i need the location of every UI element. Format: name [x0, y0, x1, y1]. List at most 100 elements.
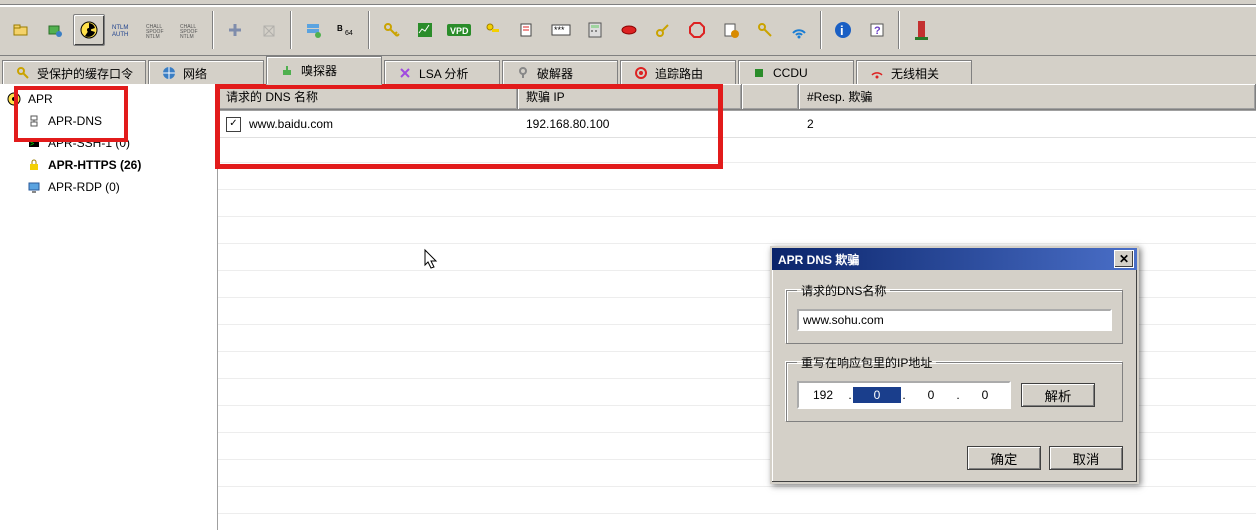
chip-icon [751, 65, 767, 81]
dialog-apr-dns-spoof: APR DNS 欺骗 ✕ 请求的DNS名称 重写在响应包里的IP地址 . . .… [770, 246, 1139, 484]
table-row[interactable]: ✓ www.baidu.com 192.168.80.100 2 [218, 111, 1256, 138]
open-folder-button[interactable] [5, 14, 37, 46]
svg-text:VPD: VPD [450, 26, 469, 36]
oct-button[interactable] [681, 14, 713, 46]
target-icon [633, 65, 649, 81]
resolve-button[interactable]: 解析 [1021, 383, 1095, 407]
probe-icon [279, 63, 295, 79]
ip-octet-3[interactable] [907, 387, 955, 403]
info-button[interactable]: i [827, 14, 859, 46]
delete-button[interactable] [253, 14, 285, 46]
dialog-close-button[interactable]: ✕ [1114, 250, 1134, 268]
tab-label: 无线相关 [891, 65, 939, 82]
svg-text:i: i [840, 23, 844, 38]
exit-button[interactable] [905, 14, 937, 46]
ip-octet-4[interactable] [961, 387, 1009, 403]
chall-spoof-button[interactable]: CHALLSPOOFNTLM [141, 14, 173, 46]
svg-text:>: > [30, 141, 34, 148]
sidebar-item-apr-rdp[interactable]: APR-RDP (0) [0, 176, 217, 198]
svg-text:NTLM: NTLM [112, 25, 128, 31]
svg-text:NTLM: NTLM [180, 34, 194, 38]
tab-label: 嗅探器 [301, 62, 337, 79]
ip-input[interactable]: . . . [797, 381, 1011, 409]
radiation-toggle[interactable] [73, 14, 105, 46]
col-ip[interactable]: 欺骗 IP [518, 84, 742, 110]
tab-sniffer[interactable]: 嗅探器 [266, 56, 382, 85]
tab-label: 追踪路由 [655, 65, 703, 82]
group-ip-rewrite: 重写在响应包里的IP地址 . . . 解析 [786, 354, 1123, 422]
dns-name-input[interactable] [797, 309, 1112, 331]
edit-cert-button[interactable] [511, 14, 543, 46]
add-button[interactable] [219, 14, 251, 46]
group-dns-label: 请求的DNS名称 [797, 282, 890, 299]
vpn-button[interactable]: VPD [443, 14, 475, 46]
tab-wireless[interactable]: 无线相关 [856, 60, 972, 85]
sidebar-item-label: APR-RDP (0) [48, 180, 120, 194]
ip-octet-1[interactable] [799, 387, 847, 403]
svg-text:CHALL: CHALL [180, 24, 196, 30]
dialog-titlebar[interactable]: APR DNS 欺骗 ✕ [772, 248, 1137, 270]
svg-text:B: B [337, 24, 343, 33]
disk-button[interactable] [613, 14, 645, 46]
tab-label: 受保护的缓存口令 [37, 65, 133, 82]
tab-label: LSA 分析 [419, 65, 468, 82]
tab-lsa[interactable]: LSA 分析 [384, 60, 500, 85]
node-icon [26, 113, 42, 129]
tab-traceroute[interactable]: 追踪路由 [620, 60, 736, 85]
network-folder-button[interactable] [39, 14, 71, 46]
tab-cracker[interactable]: 破解器 [502, 60, 618, 85]
col-gap[interactable] [742, 84, 799, 110]
key-icon [15, 65, 31, 81]
host-list-button[interactable] [297, 14, 329, 46]
tab-ccdu[interactable]: CCDU [738, 60, 854, 85]
svg-text:***: *** [554, 25, 565, 35]
yellow-key-button[interactable] [477, 14, 509, 46]
svg-text:SPOOF: SPOOF [146, 29, 164, 35]
toolbar: NTLMAUTH CHALLSPOOFNTLM CHALLSPOOFNTLM B… [0, 5, 1256, 56]
svg-text:64: 64 [345, 30, 353, 37]
key-yellow2-button[interactable] [647, 14, 679, 46]
radio-icon [6, 91, 22, 107]
sidebar-item-apr-ssh[interactable]: > APR-SSH-1 (0) [0, 132, 217, 154]
dialog-title: APR DNS 欺骗 [778, 251, 859, 268]
tab-label: 破解器 [537, 65, 573, 82]
ip-octet-2[interactable] [853, 387, 901, 403]
ok-button[interactable]: 确定 [967, 446, 1041, 470]
sidebar-item-label: APR-DNS [48, 114, 102, 128]
svg-text:SPOOF: SPOOF [180, 29, 198, 35]
cancel-button[interactable]: 取消 [1049, 446, 1123, 470]
row-checkbox[interactable]: ✓ [226, 117, 241, 132]
col-resp[interactable]: #Resp. 欺骗 [799, 84, 1256, 110]
group-dns-name: 请求的DNS名称 [786, 282, 1123, 344]
svg-text:AUTH: AUTH [112, 32, 128, 38]
cert-button[interactable] [715, 14, 747, 46]
sidebar-item-apr[interactable]: APR [0, 88, 217, 110]
sidebar-item-apr-https[interactable]: APR-HTTPS (26) [0, 154, 217, 176]
ntlm-auth-button[interactable]: NTLMAUTH [107, 14, 139, 46]
base64-button[interactable]: B64 [331, 14, 363, 46]
key-button[interactable] [375, 14, 407, 46]
help-button[interactable]: ? [861, 14, 893, 46]
svg-text:?: ? [874, 25, 881, 37]
yellow-key3-button[interactable] [749, 14, 781, 46]
svg-text:NTLM: NTLM [146, 34, 160, 38]
wifi-button[interactable] [783, 14, 815, 46]
tab-label: 网络 [183, 65, 207, 82]
sidebar-item-apr-dns[interactable]: APR-DNS [0, 110, 217, 132]
sidebar: APR APR-DNS > APR-SSH-1 (0) APR-HTTPS (2… [0, 84, 218, 530]
cell-ip: 192.168.80.100 [518, 111, 742, 137]
chall-spoof-ntlm-button[interactable]: CHALLSPOOFNTLM [175, 14, 207, 46]
crack-icon [397, 65, 413, 81]
tab-protected-cache[interactable]: 受保护的缓存口令 [2, 60, 146, 85]
screen-icon [26, 179, 42, 195]
lock-icon [26, 157, 42, 173]
wifi-icon [869, 65, 885, 81]
col-dns[interactable]: 请求的 DNS 名称 [218, 84, 518, 110]
cell-dns-value: www.baidu.com [249, 117, 333, 131]
password-button[interactable]: *** [545, 14, 577, 46]
chart-button[interactable] [409, 14, 441, 46]
svg-text:CHALL: CHALL [146, 24, 162, 30]
calc-button[interactable] [579, 14, 611, 46]
tab-network[interactable]: 网络 [148, 60, 264, 85]
group-ip-label: 重写在响应包里的IP地址 [797, 354, 936, 371]
